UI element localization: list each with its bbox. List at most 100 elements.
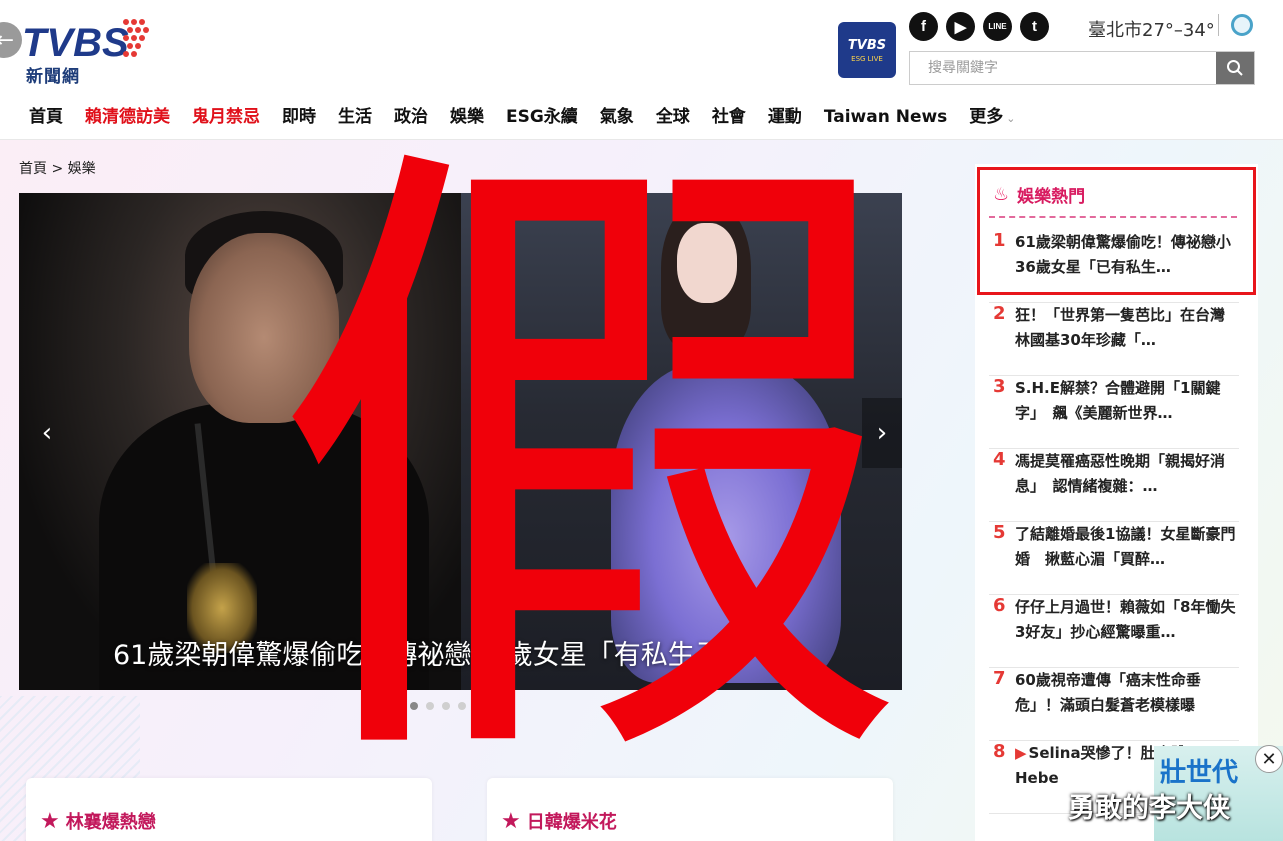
nav-item-label: 全球 [655,107,690,127]
topic-card-1[interactable]: ★ 林襄爆熱戀 [26,778,432,841]
esg-live-badge[interactable]: TVBS ESG LIVE [838,22,896,78]
site-header: ← TVBS 新聞網 TVBS ESG LIVE f ▶ LINE t 臺北市2… [0,0,1283,145]
back-arrow-icon[interactable]: ← [0,22,22,58]
close-icon[interactable]: ✕ [1255,745,1283,773]
nav-item[interactable]: 更多 ⌄ [958,104,1026,140]
hot-list-item[interactable]: 4 馮提莫罹癌惡性晚期「親揭好消息」 認情緒複雜：… [989,449,1239,522]
slide-photo-actress[interactable] [461,193,902,690]
nav-item[interactable]: Taiwan News [813,104,958,140]
nav-item[interactable]: 運動 [757,104,813,140]
nav-item[interactable]: 生活 [327,104,383,140]
hot-list-item[interactable]: 3 S.H.E解禁？合體避開「1關鍵字」 飆《美麗新世界… [989,376,1239,449]
nav-item-label: 娛樂 [450,107,484,127]
hot-list-headline: 狂！「世界第一隻芭比」在台灣 林國基30年珍藏「… [1015,306,1241,349]
slider-dot[interactable] [426,702,434,710]
logo-subtitle: 新聞網 [26,67,80,87]
topic-card-title: ★ 林襄爆熱戀 [40,808,156,834]
nav-item-label: 運動 [767,107,802,127]
hot-list-rank: 5 [993,522,1006,543]
main-nav: 首頁 賴清德訪美 鬼月禁忌 即時 生活 政治 娛樂 ESG永續 氣象 全球 社會 運動 Taiwan N… [18,104,1027,145]
twitter-icon[interactable]: t [1020,12,1049,41]
slider-dot[interactable] [410,702,418,710]
search-box [909,51,1255,85]
nav-item[interactable]: 賴清德訪美 [74,104,181,140]
chevron-left-icon: ‹ [41,418,53,448]
hot-list-headline-wrap: 60歲視帝遭傳「癌末性命垂危」！滿頭白髮蒼老模樣曝 [1015,668,1237,718]
nav-item-label: 氣象 [599,107,634,127]
nav-item[interactable]: 首頁 [18,104,74,140]
search-input[interactable] [910,52,1216,84]
photo-face [189,233,339,423]
nav-item[interactable]: 鬼月禁忌 [181,104,271,140]
line-icon[interactable]: LINE [983,12,1012,41]
hot-list-item[interactable]: 7 60歲視帝遭傳「癌末性命垂危」！滿頭白髮蒼老模樣曝 [989,668,1239,741]
topic-card-2[interactable]: ★ 日韓爆米花 [487,778,893,841]
hot-list-item[interactable]: 2 狂！「世界第一隻芭比」在台灣 林國基30年珍藏「… [989,303,1241,376]
hot-list-headline: 馮提莫罹癌惡性晚期「親揭好消息」 認情緒複雜：… [1015,452,1226,495]
nav-item-label: 政治 [394,107,428,127]
weather-divider [1218,14,1219,36]
highlight-box [977,167,1256,295]
nav-item-label: ESG永續 [506,107,578,127]
weather-temp: 27°–34° [1142,20,1215,41]
ad-banner-text[interactable]: 壯世代 [1160,752,1238,789]
nav-item[interactable]: 全球 [645,104,701,140]
slider-dot[interactable] [458,702,466,710]
weather-icon[interactable] [1231,14,1253,36]
facebook-icon[interactable]: f [909,12,938,41]
youtube-icon[interactable]: ▶ [946,12,975,41]
headline-slider[interactable]: 61歲梁朝偉驚爆偷吃！傳祕戀36歲女星「有私生子」 ‹ › [19,193,902,690]
slide-photo-actor[interactable] [19,193,461,690]
nav-item-label: 賴清德訪美 [85,107,170,127]
watermark: 勇敢的李大侠 [1068,793,1230,824]
photo-face [677,223,737,303]
social-links: f ▶ LINE t [909,12,1049,41]
hot-list-item[interactable]: 5 了結離婚最後1協議！女星斷豪門婚 揪藍心湄「買醉… [989,522,1239,595]
hot-list-headline-wrap: 馮提莫罹癌惡性晚期「親揭好消息」 認情緒複雜：… [1015,449,1237,499]
hot-list-rank: 4 [993,449,1006,470]
svg-text:TVBS: TVBS [22,21,129,65]
slider-dot[interactable] [474,702,482,710]
hot-list-rank: 7 [993,668,1006,689]
nav-item[interactable]: 政治 [383,104,439,140]
live-badge-sub: ESG LIVE [851,54,883,63]
hot-list-item[interactable]: 6 仔仔上月過世！賴薇如「8年慟失3好友」抄心經驚曝重… [989,595,1239,668]
hot-list-headline: 仔仔上月過世！賴薇如「8年慟失3好友」抄心經驚曝重… [1015,598,1236,641]
hot-list-headline-wrap: 狂！「世界第一隻芭比」在台灣 林國基30年珍藏「… [1015,303,1241,353]
nav-item-label: 首頁 [29,107,63,127]
nav-item-label: 社會 [711,107,746,127]
hot-list-headline: 了結離婚最後1協議！女星斷豪門婚 揪藍心湄「買醉… [1015,525,1236,568]
slider-dots [410,702,482,710]
nav-item[interactable]: 即時 [271,104,327,140]
hot-list-headline-wrap: 了結離婚最後1協議！女星斷豪門婚 揪藍心湄「買醉… [1015,522,1237,572]
hot-list-rank: 3 [993,376,1006,397]
slider-next-button[interactable]: › [862,398,902,468]
search-icon [1227,60,1243,76]
nav-item-label: 即時 [282,107,316,127]
chevron-down-icon: ⌄ [1006,112,1016,125]
topic-card-title: ★ 日韓爆米花 [501,808,617,834]
search-button[interactable] [1216,52,1254,84]
breadcrumb[interactable]: 首頁 > 娛樂 [19,158,96,178]
star-icon: ★ [40,808,60,834]
nav-item[interactable]: 氣象 [589,104,645,140]
nav-item-label: Taiwan News [823,107,948,127]
slide-caption[interactable]: 61歲梁朝偉驚爆偷吃！傳祕戀36歲女星「有私生子」 [113,633,749,672]
hot-list-headline-wrap: 仔仔上月過世！賴薇如「8年慟失3好友」抄心經驚曝重… [1015,595,1237,645]
play-icon: ▶ [1015,744,1027,762]
nav-item[interactable]: 社會 [701,104,757,140]
hot-list-rank: 8 [993,741,1006,762]
hot-list-rank: 6 [993,595,1006,616]
slider-prev-button[interactable]: ‹ [27,398,67,468]
topic-card-label: 林襄爆熱戀 [65,812,156,833]
chevron-right-icon: › [876,418,888,448]
live-badge-brand: TVBS [847,37,887,53]
weather-readout[interactable]: 臺北市27°–34° [1088,16,1215,42]
star-icon: ★ [501,808,521,834]
slider-dot[interactable] [442,702,450,710]
hot-list-headline: S.H.E解禁？合體避開「1關鍵字」 飆《美麗新世界… [1015,379,1221,422]
nav-item[interactable]: ESG永續 [495,104,589,140]
hot-list-rank: 2 [993,303,1006,324]
nav-item-label: 生活 [338,107,372,127]
nav-item[interactable]: 娛樂 [439,104,495,145]
